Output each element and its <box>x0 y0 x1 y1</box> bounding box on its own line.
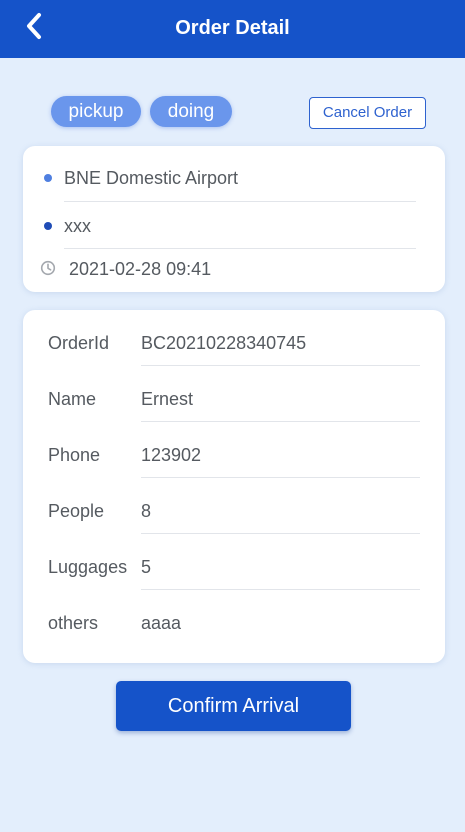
info-label: others <box>48 613 99 633</box>
info-row-people: People 8 <box>23 478 445 534</box>
status-badge-doing: doing <box>150 96 232 127</box>
info-label: OrderId <box>48 333 110 353</box>
info-value: aaaa <box>141 613 182 633</box>
info-row-phone: Phone 123902 <box>23 422 445 478</box>
page-title: Order Detail <box>175 17 290 39</box>
divider <box>64 248 416 249</box>
info-row-name: Name Ernest <box>23 366 445 422</box>
info-label: People <box>48 501 105 521</box>
info-value: 123902 <box>141 445 202 465</box>
info-label: Luggages <box>48 557 128 577</box>
clock-icon <box>40 260 56 276</box>
route-from: BNE Domestic Airport <box>64 168 239 188</box>
app-header: Order Detail <box>0 0 465 58</box>
route-to: xxx <box>64 216 91 236</box>
info-value: 8 <box>141 501 152 521</box>
route-time: 2021-02-28 09:41 <box>69 259 212 279</box>
origin-dot-icon <box>44 174 52 182</box>
info-value: Ernest <box>141 389 194 409</box>
route-card: BNE Domestic Airport xxx 2021-02-28 09:4… <box>23 146 445 292</box>
confirm-arrival-button[interactable]: Confirm Arrival <box>116 681 351 731</box>
divider <box>64 201 416 202</box>
cancel-order-button[interactable]: Cancel Order <box>309 97 426 129</box>
destination-dot-icon <box>44 222 52 230</box>
info-row-luggages: Luggages 5 <box>23 534 445 590</box>
info-label: Name <box>48 389 97 409</box>
info-row-orderid: OrderId BC20210228340745 <box>23 310 445 366</box>
info-row-others: others aaaa <box>23 590 445 646</box>
info-value: 5 <box>141 557 152 577</box>
order-info-card: OrderId BC20210228340745 Name Ernest Pho… <box>23 310 445 663</box>
info-value: BC20210228340745 <box>141 333 307 353</box>
status-badge-pickup: pickup <box>51 96 141 127</box>
info-label: Phone <box>48 445 101 465</box>
